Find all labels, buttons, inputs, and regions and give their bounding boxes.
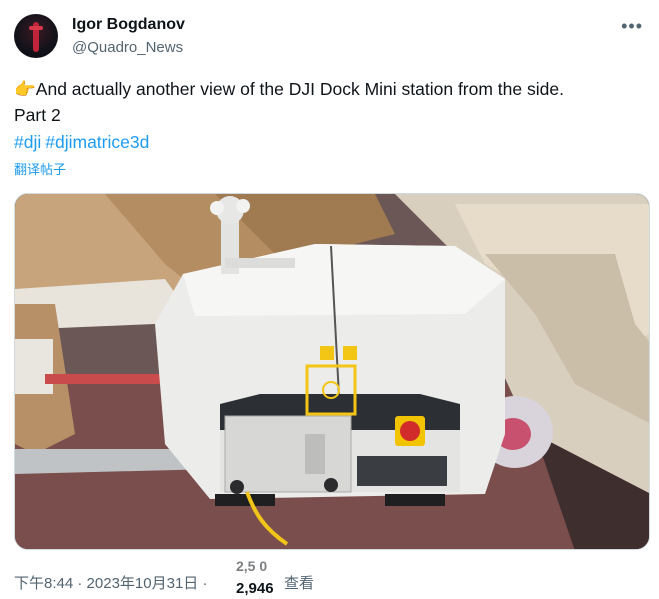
view-count: 2,5 0 2,946 [233, 558, 283, 599]
pointing-hand-emoji: 👉 [14, 79, 36, 99]
more-options-icon[interactable]: ••• [621, 16, 643, 37]
translate-post-link[interactable]: 翻译帖子 [14, 159, 66, 178]
hashtag-link[interactable]: #dji [14, 132, 41, 152]
hashtags: #dji #djimatrice3d [14, 132, 153, 153]
hashtag-link[interactable]: #djimatrice3d [45, 132, 149, 152]
tweet-date: 2023年10月31日 [86, 575, 199, 592]
view-count-value: 2,946 [236, 580, 274, 597]
separator: · [202, 575, 208, 592]
avatar[interactable] [14, 14, 58, 58]
tweet-timestamp[interactable]: 下午8:44 · 2023年10月31日 · [14, 572, 207, 593]
author-display-name[interactable]: Igor Bogdanov [72, 16, 185, 34]
view-count-animating: 2,5 0 [236, 558, 268, 574]
tweet-text-line2: Part 2 [14, 105, 61, 125]
tweet-text-line1: And actually another view of the DJI Doc… [35, 79, 564, 99]
tweet-header: Igor Bogdanov @Quadro_News ••• [14, 14, 645, 60]
tweet-time: 下午8:44 [14, 575, 74, 592]
views-label: 查看 [284, 575, 315, 592]
dock-photo-illustration [15, 194, 649, 549]
tweet-text: 👉And actually another view of the DJI Do… [14, 76, 645, 128]
tweet-photo[interactable] [14, 193, 650, 550]
separator: · [77, 575, 83, 592]
author-handle[interactable]: @Quadro_News [72, 39, 183, 56]
